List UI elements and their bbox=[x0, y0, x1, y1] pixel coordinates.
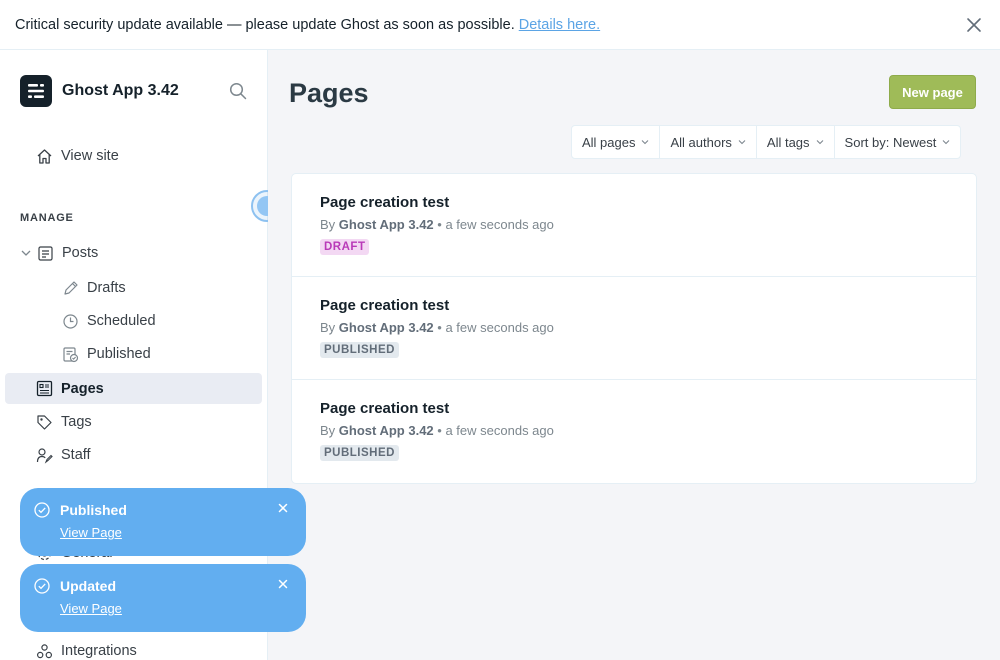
new-page-button[interactable]: New page bbox=[889, 75, 976, 109]
check-circle-icon bbox=[34, 502, 50, 518]
chevron-down-icon[interactable] bbox=[20, 247, 32, 259]
list-item[interactable]: Page creation test By Ghost App 3.42 • a… bbox=[292, 174, 976, 277]
meta-time: • a few seconds ago bbox=[437, 320, 554, 335]
check-circle-icon bbox=[34, 578, 50, 594]
published-icon bbox=[63, 346, 79, 362]
brand-name: Ghost App 3.42 bbox=[62, 82, 179, 99]
toast-view-page-link[interactable]: View Page bbox=[60, 525, 122, 540]
meta-by: By bbox=[320, 423, 336, 438]
notification-toast: Updated View Page bbox=[20, 564, 306, 632]
staff-icon bbox=[36, 447, 53, 464]
status-badge: PUBLISHED bbox=[320, 342, 399, 358]
meta-by: By bbox=[320, 320, 336, 335]
meta-author: Ghost App 3.42 bbox=[338, 217, 434, 232]
sidebar-item-tags[interactable]: Tags bbox=[36, 407, 92, 437]
sidebar-item-label: Integrations bbox=[61, 643, 137, 659]
search-icon[interactable] bbox=[229, 82, 247, 100]
meta-time: • a few seconds ago bbox=[437, 217, 554, 232]
pencil-icon bbox=[64, 280, 78, 295]
tag-icon bbox=[37, 414, 52, 430]
chevron-down-icon bbox=[738, 140, 746, 145]
meta-by: By bbox=[320, 217, 336, 232]
sidebar-item-staff[interactable]: Staff bbox=[36, 440, 91, 470]
sidebar-item-label: Pages bbox=[61, 380, 104, 397]
page-meta: By Ghost App 3.42 • a few seconds ago bbox=[320, 320, 948, 335]
meta-author: Ghost App 3.42 bbox=[338, 320, 434, 335]
sidebar-item-published[interactable]: Published bbox=[62, 339, 151, 369]
pages-list: Page creation test By Ghost App 3.42 • a… bbox=[291, 173, 977, 484]
security-alert-banner: Critical security update available — ple… bbox=[0, 0, 1000, 50]
filter-type-select[interactable]: All pages bbox=[572, 126, 661, 158]
meta-author: Ghost App 3.42 bbox=[338, 423, 434, 438]
integrations-icon bbox=[36, 643, 53, 658]
view-site-link[interactable]: View site bbox=[36, 141, 119, 171]
alert-message: Critical security update available — ple… bbox=[15, 16, 515, 33]
filter-author-select[interactable]: All authors bbox=[660, 126, 757, 158]
sidebar-item-label: Tags bbox=[61, 414, 92, 430]
status-badge: PUBLISHED bbox=[320, 445, 399, 461]
meta-time: • a few seconds ago bbox=[437, 423, 554, 438]
pages-icon bbox=[36, 380, 53, 397]
chevron-down-icon bbox=[942, 140, 950, 145]
home-icon bbox=[37, 148, 52, 164]
toast-title: Published bbox=[60, 502, 127, 518]
filter-label: All tags bbox=[766, 134, 810, 150]
filter-label: All authors bbox=[670, 134, 732, 150]
filter-tag-select[interactable]: All tags bbox=[757, 126, 835, 158]
toast-view-page-link[interactable]: View Page bbox=[60, 601, 122, 616]
page-title-text: Page creation test bbox=[320, 400, 450, 417]
main-content: Pages New page All pages All authors All… bbox=[268, 50, 1000, 660]
sort-order-select[interactable]: Sort by: Newest bbox=[835, 126, 961, 158]
posts-icon bbox=[38, 245, 53, 261]
sidebar-item-scheduled[interactable]: Scheduled bbox=[62, 306, 156, 336]
status-badge: DRAFT bbox=[320, 239, 370, 255]
list-item[interactable]: Page creation test By Ghost App 3.42 • a… bbox=[292, 380, 976, 483]
sidebar-item-label: Published bbox=[87, 346, 151, 362]
chevron-down-icon bbox=[816, 140, 823, 145]
close-icon[interactable] bbox=[278, 503, 288, 513]
close-icon[interactable] bbox=[966, 17, 982, 33]
sidebar-item-label: Scheduled bbox=[87, 313, 156, 329]
toast-title: Updated bbox=[60, 578, 116, 594]
close-icon[interactable] bbox=[278, 579, 288, 589]
sidebar-item-posts[interactable]: Posts bbox=[20, 238, 98, 268]
sidebar-item-label: Staff bbox=[61, 447, 91, 463]
view-site-label: View site bbox=[61, 148, 119, 164]
page-title-text: Page creation test bbox=[320, 194, 450, 211]
alert-details-link[interactable]: Details here. bbox=[519, 17, 600, 33]
notification-toast: Published View Page bbox=[20, 488, 306, 556]
filter-bar: All pages All authors All tags Sort by: … bbox=[571, 125, 962, 159]
sidebar-item-label: Drafts bbox=[87, 280, 126, 296]
sidebar-item-drafts[interactable]: Drafts bbox=[62, 273, 126, 303]
manage-section-title: MANAGE bbox=[20, 212, 74, 224]
page-title-text: Page creation test bbox=[320, 297, 450, 314]
sidebar-item-pages[interactable]: Pages bbox=[5, 373, 262, 404]
ghost-logo-icon bbox=[20, 75, 52, 107]
clock-icon bbox=[63, 313, 78, 329]
brand[interactable]: Ghost App 3.42 bbox=[20, 75, 179, 107]
sidebar-item-integrations[interactable]: Integrations bbox=[36, 636, 137, 660]
page-meta: By Ghost App 3.42 • a few seconds ago bbox=[320, 423, 948, 438]
list-item[interactable]: Page creation test By Ghost App 3.42 • a… bbox=[292, 277, 976, 380]
sidebar-item-label: Posts bbox=[62, 245, 99, 261]
page-title: Pages bbox=[289, 78, 369, 108]
chevron-down-icon bbox=[642, 140, 649, 145]
filter-label: Sort by: Newest bbox=[844, 134, 937, 150]
page-meta: By Ghost App 3.42 • a few seconds ago bbox=[320, 217, 948, 232]
filter-label: All pages bbox=[582, 134, 636, 150]
